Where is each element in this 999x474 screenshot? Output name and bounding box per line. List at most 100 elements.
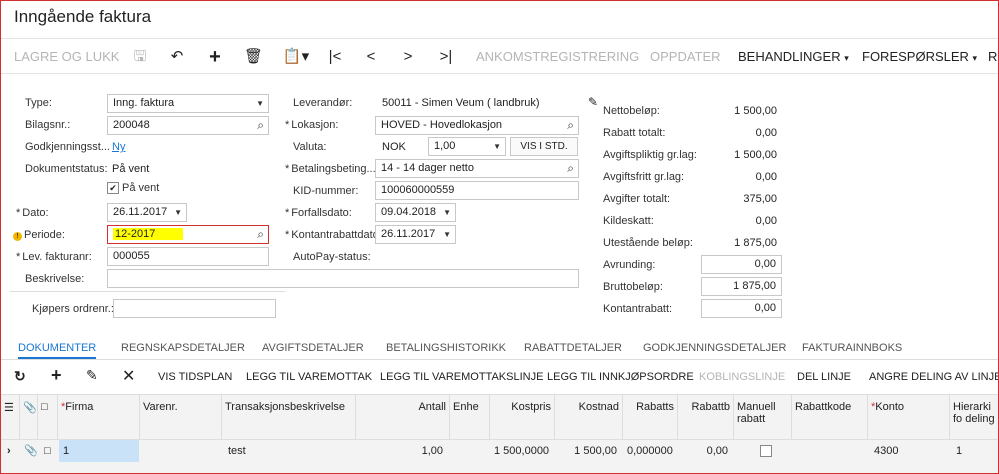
cell-firma[interactable]: 1 (59, 440, 139, 462)
header-disc-code[interactable]: Rabattkode (792, 395, 868, 439)
rounding-field[interactable]: 0,00 (701, 255, 782, 274)
tab-invoice-inbox[interactable]: FAKTURAINNBOKS (802, 342, 902, 354)
inquiries-menu[interactable]: FORESPØRSLER ▾ (862, 39, 977, 75)
page-title: Inngående faktura (14, 7, 152, 26)
header-firma[interactable]: *Firma (58, 395, 140, 439)
header-disc-amt[interactable]: Rabattb (678, 395, 734, 439)
buyer-order-field[interactable] (113, 299, 276, 318)
manual-discount-checkbox[interactable] (760, 445, 772, 457)
tab-tax[interactable]: AVGIFTSDETALJER (262, 342, 364, 354)
actions-menu[interactable]: BEHANDLINGER ▾ (738, 39, 849, 75)
divider (10, 291, 285, 292)
next-record-icon[interactable]: > (399, 48, 417, 66)
date-label: * Dato: (16, 207, 49, 219)
cell-qty[interactable]: 1,00 (355, 440, 447, 462)
save-close-button[interactable]: LAGRE OG LUKK (14, 39, 119, 75)
tab-approval[interactable]: GODKJENNINGSDETALJER (643, 342, 786, 354)
header-qty[interactable]: Antall (355, 395, 450, 439)
description-field[interactable] (107, 269, 579, 288)
row-selector-icon[interactable]: › (3, 440, 15, 462)
receipt-button[interactable]: ANKOMSTREGISTRERING (476, 39, 639, 75)
gross-amount-field[interactable]: 1 875,00 (701, 277, 782, 296)
undo-icon[interactable]: ↶ (168, 48, 186, 66)
cell-description[interactable]: test (224, 440, 344, 462)
table-row[interactable]: › 📎 □ 1 test 1,00 1 500,0000 1 500,00 0,… (0, 439, 999, 462)
header-manual-disc[interactable]: Manuell rabatt (734, 395, 792, 439)
cash-discount-field[interactable]: 0,00 (701, 299, 782, 318)
cell-extcost[interactable]: 1 500,00 (555, 440, 621, 462)
location-field[interactable]: HOVED - Hovedlokasjon ⌕ (375, 116, 579, 135)
period-field[interactable]: 12-2017 ⌕ (107, 225, 269, 244)
attachment-icon[interactable]: 📎 (20, 395, 38, 439)
header-extcost[interactable]: Kostnad (555, 395, 623, 439)
last-record-icon[interactable]: >| (437, 48, 455, 66)
search-icon[interactable]: ⌕ (257, 226, 264, 243)
edit-icon[interactable]: ✎ (584, 93, 602, 111)
delete-icon[interactable]: 🗑 (244, 48, 263, 66)
note-icon[interactable]: □ (38, 395, 58, 439)
split-line-button[interactable]: DEL LINJE (797, 371, 851, 383)
vendref-field[interactable]: 000055 (107, 247, 269, 266)
search-icon[interactable]: ⌕ (257, 117, 264, 134)
date-field[interactable]: 26.11.2017 ▼ (107, 203, 187, 222)
cell-hierarchy[interactable]: 1 (952, 440, 998, 462)
add-receipt-button[interactable]: LEGG TIL VAREMOTTAK (246, 371, 372, 383)
tab-discount[interactable]: RABATTDETALJER (524, 342, 622, 354)
docnr-value: 200048 (113, 119, 150, 131)
save-icon[interactable]: 🖫 (131, 48, 149, 66)
kid-field[interactable]: 100060000559 (375, 181, 579, 200)
location-label-text: Lokasjon: (291, 119, 339, 131)
type-value: Inng. faktura (113, 97, 175, 109)
terms-field[interactable]: 14 - 14 dager netto ⌕ (375, 159, 579, 178)
chevron-down-icon: ▼ (174, 208, 182, 217)
due-date-field[interactable]: 09.04.2018 ▼ (375, 203, 456, 222)
reports-menu[interactable]: R (988, 39, 997, 75)
add-icon[interactable]: + (206, 47, 224, 67)
add-row-icon[interactable]: + (51, 365, 62, 386)
view-base-button[interactable]: VIS I STD. (510, 137, 578, 156)
first-record-icon[interactable]: |< (326, 48, 344, 66)
clipboard-icon[interactable]: 📋▾ (281, 48, 311, 66)
cell-disc-amt[interactable]: 0,00 (678, 440, 732, 462)
tab-documents[interactable]: DOKUMENTER (18, 342, 97, 359)
attachment-icon[interactable]: 📎 (20, 440, 42, 462)
approval-link[interactable]: Ny (112, 141, 125, 153)
header-unit[interactable]: Enhe (450, 395, 490, 439)
grid-settings-icon[interactable]: ☰ (0, 395, 20, 439)
cell-account[interactable]: 4300 (870, 440, 948, 462)
due-label-text: Forfallsdato: (291, 207, 352, 219)
update-button[interactable]: OPPDATER (650, 39, 721, 75)
refresh-icon[interactable]: ↻ (14, 368, 26, 385)
header-hierarchy[interactable]: Hierarki fo deling (950, 395, 999, 439)
details-grid: ☰ 📎 □ *Firma Varenr. Transaksjonsbeskriv… (0, 394, 999, 474)
warning-icon: ! (13, 232, 22, 241)
terms-value: 14 - 14 dager netto (381, 162, 474, 174)
undo-split-button[interactable]: ANGRE DELING AV LINJE (869, 371, 999, 383)
header-account[interactable]: *Konto (868, 395, 950, 439)
previous-record-icon[interactable]: < (362, 48, 380, 66)
delete-row-icon[interactable]: ✕ (122, 366, 135, 386)
search-icon[interactable]: ⌕ (567, 160, 574, 177)
edit-icon[interactable]: ✎ (86, 367, 98, 384)
docnr-field[interactable]: 200048 ⌕ (107, 116, 269, 135)
total-value: 0,00 (755, 171, 777, 183)
cell-disc-pct[interactable]: 0,000000 (623, 440, 675, 462)
hold-checkbox[interactable]: ✔ (107, 182, 119, 194)
note-icon[interactable]: □ (40, 440, 55, 462)
add-po-button[interactable]: LEGG TIL INNKJØPSORDRE (547, 371, 694, 383)
tab-accounting[interactable]: REGNSKAPSDETALJER (121, 342, 245, 354)
header-varenr[interactable]: Varenr. (140, 395, 222, 439)
total-label: Kildeskatt: (603, 215, 654, 227)
cashdisc-date-field[interactable]: 26.11.2017 ▼ (375, 225, 456, 244)
grid-toolbar: ↻ + ✎ ✕ VIS TIDSPLAN LEGG TIL VAREMOTTAK… (0, 364, 999, 390)
header-unitcost[interactable]: Kostpris (490, 395, 555, 439)
type-select[interactable]: Inng. faktura ▼ (107, 94, 269, 113)
rate-field[interactable]: 1,00 ▼ (428, 137, 506, 156)
view-schedule-button[interactable]: VIS TIDSPLAN (158, 371, 232, 383)
link-line-button[interactable]: KOBLINGSLINJE (699, 371, 785, 383)
cell-unitcost[interactable]: 1 500,0000 (490, 440, 553, 462)
header-disc-pct[interactable]: Rabatts (623, 395, 678, 439)
tab-payment-history[interactable]: BETALINGSHISTORIKK (386, 342, 506, 354)
search-icon[interactable]: ⌕ (567, 117, 574, 134)
add-receipt-line-button[interactable]: LEGG TIL VAREMOTTAKSLINJE (380, 371, 543, 383)
